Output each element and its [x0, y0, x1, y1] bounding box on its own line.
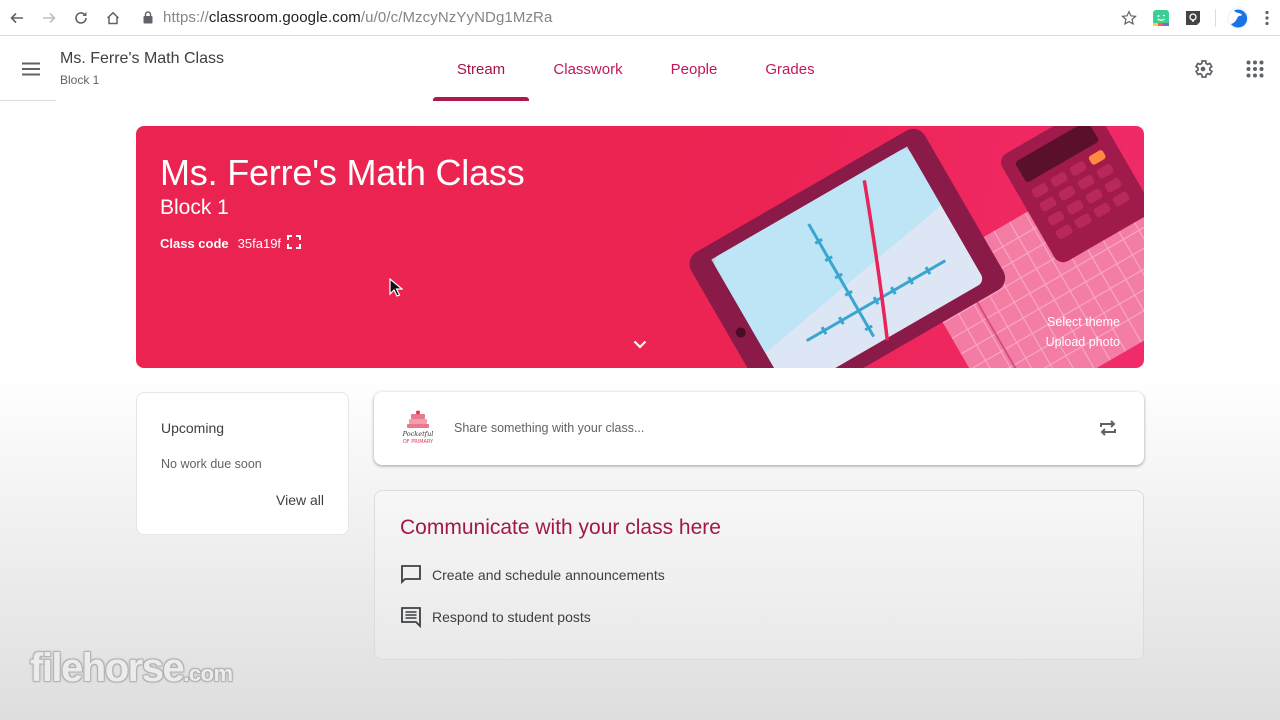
url-scheme: https:// — [163, 9, 209, 26]
class-code: Class code 35fa19f — [160, 235, 302, 252]
home-button[interactable] — [97, 2, 129, 34]
communicate-item-label: Create and schedule announcements — [432, 567, 665, 583]
class-section: Block 1 — [60, 73, 100, 87]
address-bar[interactable]: https://classroom.google.com/u/0/c/MzcyN… — [143, 9, 552, 26]
star-icon — [1121, 10, 1137, 26]
main-menu-button[interactable] — [16, 54, 46, 84]
repost-icon — [1100, 420, 1116, 436]
google-apps-button[interactable] — [1239, 53, 1271, 85]
class-settings-button[interactable] — [1187, 53, 1219, 85]
gear-icon — [1194, 60, 1214, 78]
lock-icon — [143, 11, 153, 24]
bitmoji-extension-button[interactable] — [1145, 2, 1177, 34]
comment-icon — [401, 607, 421, 628]
extension-keep-icon — [1186, 11, 1200, 25]
communicate-item: Respond to student posts — [400, 606, 591, 628]
extension-bitmoji-icon — [1153, 10, 1169, 26]
app-header: Ms. Ferre's Math Class Block 1 Stream Cl… — [0, 37, 1280, 101]
url-host: classroom.google.com — [208, 9, 361, 26]
hamburger-menu-icon — [22, 62, 40, 76]
class-tabs: Stream Classwork People Grades — [433, 37, 839, 101]
communicate-item: Create and schedule announcements — [400, 564, 665, 586]
mouse-cursor-icon — [389, 278, 403, 297]
chevron-down-icon — [633, 340, 647, 349]
browser-toolbar: https://classroom.google.com/u/0/c/MzcyN… — [0, 0, 1280, 36]
profile-icon — [1227, 7, 1249, 29]
upcoming-card: Upcoming No work due soon View all — [136, 392, 349, 535]
watermark-suffix: .com — [183, 661, 233, 686]
reload-icon — [75, 11, 87, 24]
watermark-main: filehorse — [30, 646, 185, 690]
tab-grades[interactable]: Grades — [741, 37, 839, 101]
reload-button[interactable] — [65, 2, 97, 34]
tab-classwork[interactable]: Classwork — [529, 37, 647, 101]
view-all-link[interactable]: View all — [276, 492, 324, 508]
share-composer[interactable]: Pocketful OF PRIMARY Share something wit… — [374, 392, 1144, 465]
back-button[interactable] — [1, 2, 33, 34]
reuse-post-button[interactable] — [1094, 414, 1122, 442]
keep-extension-button[interactable] — [1177, 2, 1209, 34]
tab-people[interactable]: People — [647, 37, 741, 101]
communicate-item-label: Respond to student posts — [432, 609, 591, 625]
apps-grid-icon — [1246, 60, 1264, 78]
svg-text:OF PRIMARY: OF PRIMARY — [403, 439, 434, 445]
select-theme-link[interactable]: Select theme — [1046, 312, 1120, 332]
class-title[interactable]: Ms. Ferre's Math Class — [60, 50, 224, 68]
filehorse-watermark: filehorse.com — [30, 646, 233, 691]
announcement-icon — [401, 565, 421, 585]
banner-class-title: Ms. Ferre's Math Class — [160, 152, 525, 193]
class-banner: Ms. Ferre's Math Class Block 1 Class cod… — [136, 126, 1144, 368]
banner-section: Block 1 — [160, 196, 229, 219]
upcoming-title: Upcoming — [161, 420, 225, 436]
communicate-title: Communicate with your class here — [400, 516, 721, 539]
class-code-label: Class code — [160, 236, 229, 251]
header-divider — [0, 100, 56, 101]
back-icon — [10, 12, 23, 23]
more-icon — [1265, 10, 1269, 26]
fullscreen-icon — [287, 235, 302, 249]
profile-button[interactable] — [1222, 2, 1254, 34]
forward-icon — [43, 12, 56, 23]
upcoming-empty-text: No work due soon — [161, 457, 262, 471]
class-code-value: 35fa19f — [237, 236, 282, 251]
upload-photo-link[interactable]: Upload photo — [1046, 332, 1120, 352]
svg-text:Pocketful: Pocketful — [402, 430, 434, 438]
share-input-placeholder[interactable]: Share something with your class... — [454, 421, 644, 435]
display-code-button[interactable] — [287, 235, 302, 252]
browser-menu-button[interactable] — [1254, 2, 1280, 34]
user-avatar: Pocketful OF PRIMARY — [402, 410, 434, 445]
tab-stream[interactable]: Stream — [433, 37, 529, 101]
url-path: /u/0/c/MzcyNzYyNDg1MzRa — [360, 9, 553, 26]
communicate-card: Communicate with your class here Create … — [374, 490, 1144, 660]
forward-button[interactable] — [33, 2, 65, 34]
banner-expand-button[interactable] — [628, 334, 652, 354]
home-icon — [106, 11, 120, 24]
toolbar-separator — [1215, 9, 1216, 27]
bookmark-star-button[interactable] — [1113, 2, 1145, 34]
